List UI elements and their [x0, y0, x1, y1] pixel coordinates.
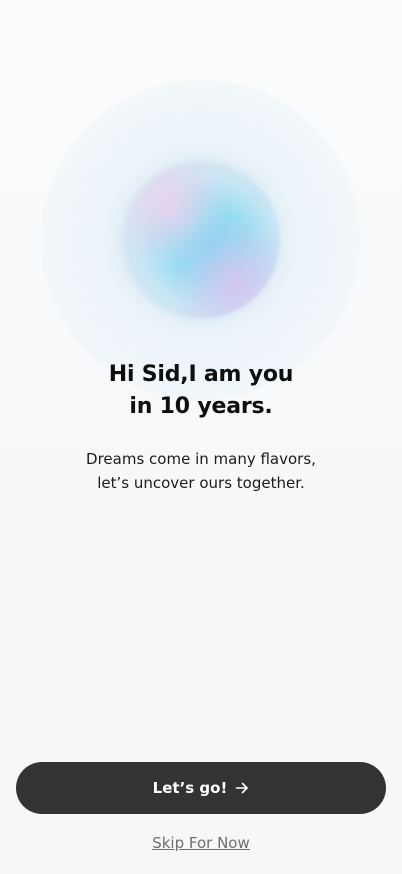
- hero-subtitle: Dreams come in many flavors, let’s uncov…: [0, 447, 402, 495]
- hero-title-line-1: Hi Sid,I am you: [108, 361, 294, 387]
- hero-subtitle-line-2: let’s uncover ours together.: [97, 474, 305, 492]
- onboarding-screen: Hi Sid,I am you in 10 years. Dreams come…: [0, 0, 402, 874]
- hero-title: Hi Sid,I am you in 10 years.: [0, 359, 402, 423]
- lets-go-button[interactable]: Let’s go!: [16, 762, 386, 814]
- future-self-orb: [122, 161, 280, 319]
- hero-title-line-2: in 10 years.: [129, 393, 273, 419]
- lets-go-label: Let’s go!: [152, 779, 228, 797]
- skip-for-now-link[interactable]: Skip For Now: [0, 834, 402, 852]
- arrow-right-icon: [236, 782, 249, 794]
- hero-subtitle-line-1: Dreams come in many flavors,: [86, 450, 316, 468]
